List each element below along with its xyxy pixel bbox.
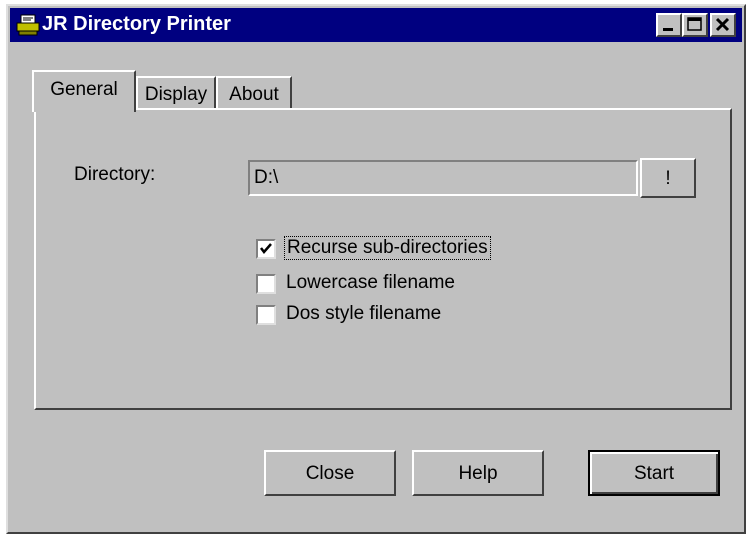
maximize-icon <box>687 17 702 31</box>
close-button[interactable]: Close <box>264 450 396 496</box>
recurse-label: Recurse sub-directories <box>284 236 491 260</box>
checkmark-icon <box>260 243 272 254</box>
general-tab-panel: Directory: ! Recurse sub-directories Low… <box>34 108 732 410</box>
title-bar[interactable]: JR Directory Printer <box>10 8 742 42</box>
minimize-button[interactable] <box>656 13 682 37</box>
maximize-button[interactable] <box>682 13 708 37</box>
help-button[interactable]: Help <box>412 450 544 496</box>
main-window: JR Directory Printer General Display Abo… <box>6 4 746 534</box>
close-icon <box>715 17 730 32</box>
browse-button[interactable]: ! <box>640 158 696 198</box>
tab-display[interactable]: Display <box>136 76 216 112</box>
directory-label: Directory: <box>74 164 156 185</box>
printer-icon[interactable] <box>16 14 40 36</box>
dos-style-checkbox[interactable] <box>256 305 276 325</box>
window-title: JR Directory Printer <box>42 13 231 35</box>
dos-style-label: Dos style filename <box>286 303 442 324</box>
lowercase-label: Lowercase filename <box>286 272 455 293</box>
lowercase-checkbox[interactable] <box>256 274 276 294</box>
directory-input[interactable] <box>248 160 638 196</box>
recurse-checkbox[interactable] <box>256 239 276 259</box>
tab-about[interactable]: About <box>216 76 292 112</box>
minimize-icon <box>663 28 673 31</box>
tab-general[interactable]: General <box>32 70 136 112</box>
close-window-button[interactable] <box>710 13 736 37</box>
start-button[interactable]: Start <box>588 450 720 496</box>
